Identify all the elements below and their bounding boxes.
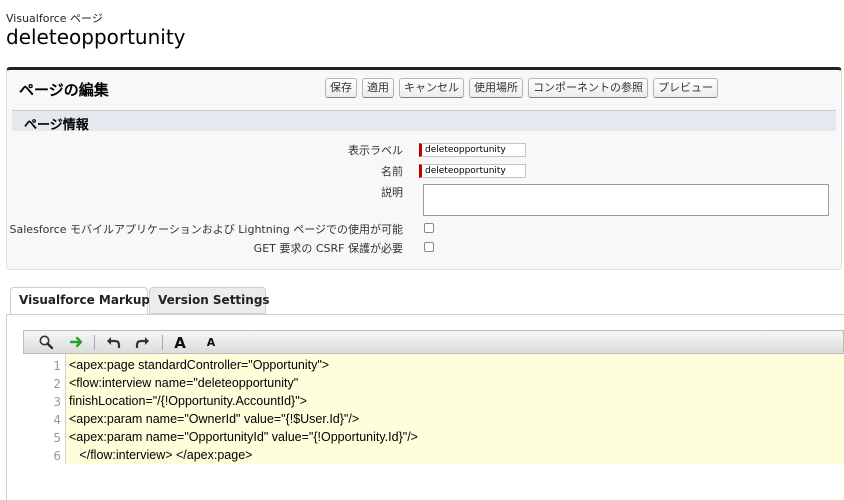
code-line[interactable]: <apex:param name="OpportunityId" value="… bbox=[69, 430, 418, 444]
line-number: 4 bbox=[53, 413, 61, 427]
code-line[interactable]: <apex:param name="OwnerId" value="{!$Use… bbox=[69, 412, 359, 426]
panel-title: ページの編集 bbox=[19, 81, 109, 99]
line-number: 5 bbox=[53, 431, 61, 445]
line-number: 2 bbox=[53, 377, 61, 391]
line-number: 3 bbox=[53, 395, 61, 409]
page-title: deleteopportunity bbox=[6, 25, 186, 49]
apply-button[interactable]: 適用 bbox=[362, 78, 394, 98]
search-icon[interactable] bbox=[37, 334, 55, 352]
toolbar-separator bbox=[162, 335, 163, 350]
decrease-font-icon[interactable]: A bbox=[202, 334, 220, 352]
csrf-checkbox[interactable] bbox=[424, 242, 434, 252]
label-field-label: 表示ラベル bbox=[348, 144, 403, 157]
description-field-label: 説明 bbox=[381, 186, 403, 199]
tab-version-settings[interactable]: Version Settings bbox=[149, 287, 270, 314]
component-reference-button[interactable]: コンポーネントの参照 bbox=[528, 78, 648, 98]
redo-icon[interactable] bbox=[134, 334, 152, 352]
increase-font-icon[interactable]: A bbox=[171, 334, 189, 352]
section-title: ページ情報 bbox=[24, 118, 89, 133]
mobile-lightning-label: Salesforce モバイルアプリケーションおよび Lightning ページ… bbox=[9, 223, 403, 236]
line-number: 6 bbox=[53, 449, 61, 463]
toolbar-separator bbox=[94, 335, 95, 350]
go-to-line-icon[interactable] bbox=[68, 334, 86, 352]
preview-button[interactable]: プレビュー bbox=[653, 78, 718, 98]
save-button[interactable]: 保存 bbox=[325, 78, 357, 98]
button-row: 保存 適用 キャンセル 使用場所 コンポーネントの参照 プレビュー bbox=[325, 78, 718, 98]
code-line[interactable]: finishLocation="/{!Opportunity.AccountId… bbox=[69, 394, 307, 408]
page-info-section-header: ページ情報 bbox=[12, 110, 836, 133]
line-number: 1 bbox=[53, 359, 61, 373]
undo-icon[interactable] bbox=[104, 334, 122, 352]
label-input[interactable]: deleteopportunity bbox=[419, 143, 526, 157]
mobile-lightning-checkbox[interactable] bbox=[424, 223, 434, 233]
name-field-label: 名前 bbox=[381, 165, 403, 178]
code-line[interactable]: <apex:page standardController="Opportuni… bbox=[69, 358, 329, 372]
description-textarea[interactable] bbox=[423, 184, 829, 216]
code-line[interactable]: </flow:interview> </apex:page> bbox=[69, 448, 252, 462]
csrf-label: GET 要求の CSRF 保護が必要 bbox=[253, 242, 403, 255]
tab-visualforce-markup[interactable]: Visualforce Markup bbox=[10, 287, 150, 314]
code-line[interactable]: <flow:interview name="deleteopportunity" bbox=[69, 376, 298, 390]
page-type-label: Visualforce ページ bbox=[6, 12, 103, 25]
name-input[interactable]: deleteopportunity bbox=[419, 164, 526, 178]
cancel-button[interactable]: キャンセル bbox=[399, 78, 464, 98]
where-used-button[interactable]: 使用場所 bbox=[469, 78, 523, 98]
editor-toolbar: A A bbox=[23, 330, 844, 354]
